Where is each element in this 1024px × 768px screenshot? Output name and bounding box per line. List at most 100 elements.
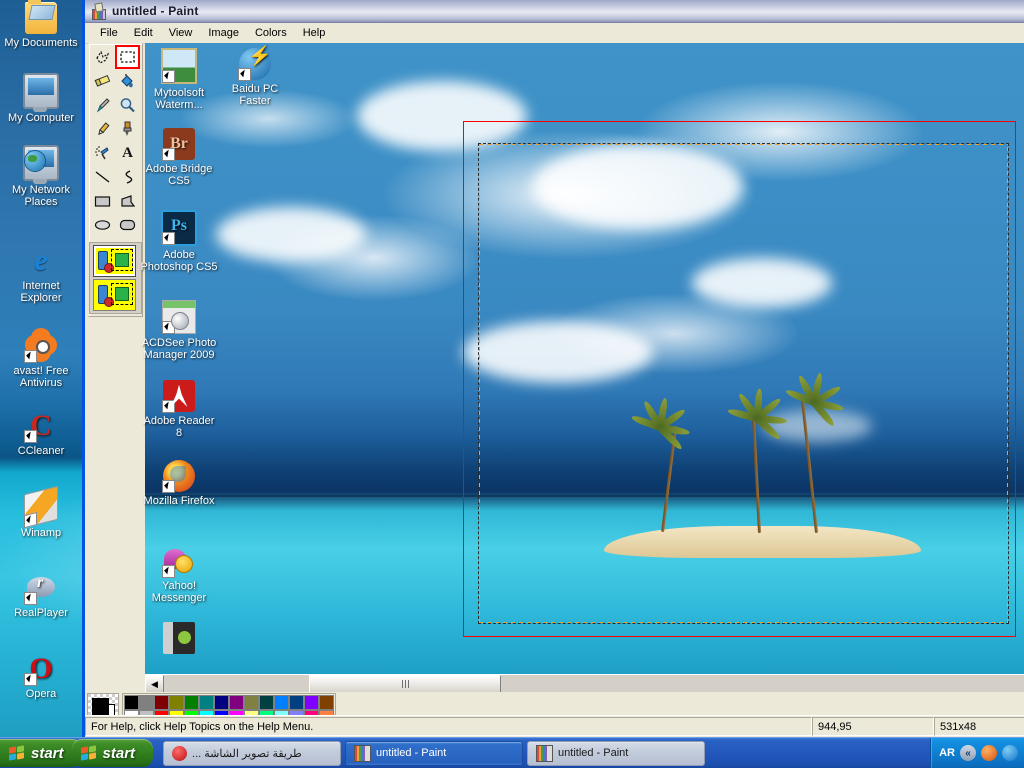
text-tool[interactable]: A (115, 141, 140, 165)
pencil-tool[interactable] (90, 117, 115, 141)
rounded-rectangle-tool[interactable] (115, 213, 140, 237)
shortcut-overlay-icon (162, 400, 175, 413)
shortcut-overlay-icon (24, 350, 37, 363)
shortcut-overlay-icon (162, 148, 175, 161)
paint-window[interactable]: untitled - Paint File Edit View Image Co… (82, 0, 1024, 738)
airbrush-tool[interactable] (90, 141, 115, 165)
magnifier-tool[interactable] (115, 93, 140, 117)
fill-with-color-tool[interactable] (115, 69, 140, 93)
ellipse-tool[interactable] (90, 213, 115, 237)
desktop-icon-realplayer[interactable]: RealPlayer (2, 572, 80, 619)
paint-palette-icon (90, 3, 106, 20)
rectangle-tool[interactable] (90, 189, 115, 213)
canvas-cloud (533, 144, 744, 230)
canvas-cloud (462, 321, 653, 384)
network-places-icon (23, 145, 59, 184)
taskbar-button-screenshot-doc[interactable]: طريقة تصوير الشاشة ... (163, 740, 342, 766)
internet-explorer-icon: e (34, 244, 48, 277)
menu-help[interactable]: Help (296, 25, 333, 41)
desktop-icon-acdsee[interactable]: ACDSee Photo Manager 2009 (140, 300, 218, 361)
menu-edit[interactable]: Edit (127, 25, 160, 41)
desktop-icon-adobe-bridge[interactable]: Br Adobe Bridge CS5 (140, 128, 218, 187)
shortcut-overlay-icon (162, 565, 175, 578)
desktop-icon-avast[interactable]: avast! Free Antivirus (2, 330, 80, 389)
menu-file[interactable]: File (93, 25, 125, 41)
desktop-icon-mytoolsoft-watermark[interactable]: Mytoolsoft Waterm... (140, 48, 218, 111)
palette-swatch[interactable] (154, 695, 169, 710)
tool-grid: A (89, 44, 142, 238)
start-button-2[interactable]: start (71, 739, 154, 767)
horizontal-scrollbar[interactable]: ◀ (145, 674, 1024, 692)
avast-tray-icon[interactable] (981, 745, 997, 761)
canvas-horizon-line (145, 494, 1024, 497)
rectangular-select-tool[interactable] (115, 45, 140, 69)
palette-swatch[interactable] (124, 695, 139, 710)
paint-canvas[interactable] (145, 43, 1024, 675)
canvas-cloud (356, 80, 527, 151)
menu-view[interactable]: View (162, 25, 200, 41)
desktop-icon-adobe-photoshop[interactable]: Ps Adobe Photoshop CS5 (140, 210, 218, 273)
desktop-icon-mozilla-firefox[interactable]: Mozilla Firefox (140, 460, 218, 507)
palette-swatch[interactable] (274, 695, 289, 710)
palette-swatch[interactable] (304, 695, 319, 710)
eraser-tool[interactable] (90, 69, 115, 93)
system-tray[interactable]: AR « (930, 738, 1024, 768)
taskbar[interactable]: start start طريقة تصوير الشاشة ... untit… (0, 737, 1024, 768)
language-indicator[interactable]: AR (939, 747, 955, 759)
foreground-color-swatch[interactable] (92, 698, 109, 715)
desktop-icon-my-documents[interactable]: My Documents (2, 0, 80, 49)
free-form-select-tool[interactable] (90, 45, 115, 69)
horizontal-scroll-thumb[interactable] (309, 675, 501, 692)
palette-swatch[interactable] (184, 695, 199, 710)
desktop-icon-adobe-reader[interactable]: Adobe Reader 8 (140, 380, 218, 439)
start-button-1[interactable]: start (0, 739, 82, 767)
palette-swatch[interactable] (259, 695, 274, 710)
palette-swatch[interactable] (139, 695, 154, 710)
menu-image[interactable]: Image (201, 25, 246, 41)
pick-color-tool[interactable] (90, 93, 115, 117)
taskbar-button-paint-2[interactable]: untitled - Paint (527, 740, 706, 766)
palette-swatch[interactable] (289, 695, 304, 710)
paint-menu-bar[interactable]: File Edit View Image Colors Help (85, 23, 1024, 44)
desktop-icon-internet-explorer[interactable]: e Internet Explorer (2, 244, 80, 305)
tool-options-panel[interactable] (89, 242, 142, 314)
polygon-tool[interactable] (115, 189, 140, 213)
desktop-icon-usb-drive[interactable] (140, 622, 218, 657)
tray-expand-button[interactable]: « (960, 745, 976, 761)
palette-swatch[interactable] (169, 695, 184, 710)
paint-title-bar[interactable]: untitled - Paint (85, 0, 1024, 23)
adobe-bridge-icon: Br (162, 128, 195, 161)
messenger-tray-icon[interactable] (1002, 745, 1018, 761)
desktop-icon-opera[interactable]: O Opera (2, 653, 80, 700)
line-tool[interactable] (90, 165, 115, 189)
curve-tool[interactable] (115, 165, 140, 189)
yahoo-messenger-icon (162, 545, 195, 578)
desktop-icon-my-computer[interactable]: My Computer (2, 73, 80, 124)
windows-flag-icon (80, 744, 98, 761)
taskbar-button-paint-1[interactable]: untitled - Paint (345, 740, 524, 766)
ccleaner-icon: C (24, 410, 57, 443)
palette-swatch[interactable] (214, 695, 229, 710)
palette-swatch[interactable] (229, 695, 244, 710)
transparent-selection-option[interactable] (93, 279, 136, 311)
desktop-icon-baidu-pc-faster[interactable]: Baidu PC Faster (216, 48, 294, 107)
paint-canvas-area[interactable]: ◀ (145, 43, 1024, 692)
palette-swatch[interactable] (199, 695, 214, 710)
desktop-icon-my-network-places[interactable]: My Network Places (2, 145, 80, 208)
palette-swatch[interactable] (319, 695, 334, 710)
brush-tool[interactable] (115, 117, 140, 141)
baidu-pc-faster-icon (238, 48, 272, 81)
desktop-icon-winamp[interactable]: Winamp (2, 485, 80, 539)
canvas-cloud (215, 207, 366, 263)
desktop-icon-ccleaner[interactable]: C CCleaner (2, 410, 80, 458)
palette-swatch[interactable] (244, 695, 259, 710)
taskbar-button-label: untitled - Paint (376, 747, 447, 759)
menu-colors[interactable]: Colors (248, 25, 294, 41)
paint-toolbox[interactable]: A (88, 43, 143, 317)
desktop-icon-yahoo-messenger[interactable]: Yahoo! Messenger (140, 545, 218, 604)
shortcut-overlay-icon (24, 430, 37, 443)
opaque-selection-option[interactable] (93, 245, 136, 277)
taskbar-button-label: untitled - Paint (558, 747, 629, 759)
scroll-left-button[interactable]: ◀ (145, 675, 164, 692)
color-palette-bar[interactable] (85, 692, 1024, 727)
